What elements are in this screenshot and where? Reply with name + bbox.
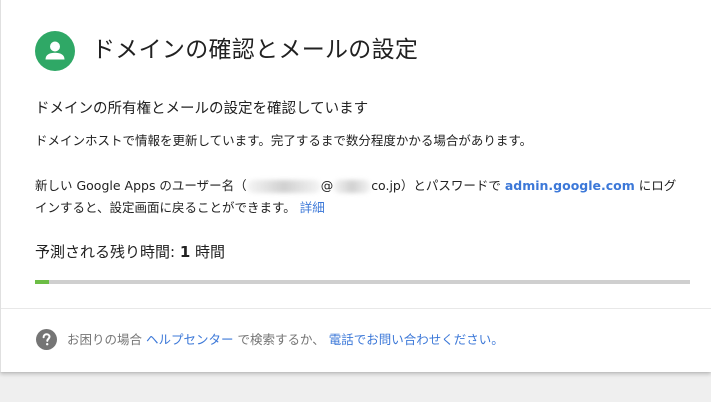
- setup-card: ドメインの確認とメールの設定 ドメインの所有権とメールの設定を確認しています ド…: [0, 0, 711, 372]
- help-text: お困りの場合 ヘルプセンター で検索するか、 電話でお問い合わせください。: [67, 330, 504, 350]
- footer-divider: [1, 308, 711, 309]
- remaining-time-label: 予測される残り時間:: [35, 243, 180, 261]
- help-middle: で検索するか、: [233, 332, 329, 347]
- login-prefix: 新しい Google Apps のユーザー名（: [35, 178, 247, 193]
- help-icon: [36, 329, 57, 350]
- remaining-time-unit: 時間: [190, 243, 226, 261]
- host-update-message: ドメインホストで情報を更新しています。完了するまで数分程度かかる場合があります。: [35, 133, 533, 148]
- domain-suffix: co.jp）とパスワードで: [371, 178, 505, 193]
- remaining-time-value: 1: [179, 243, 191, 261]
- details-link[interactable]: 詳細: [300, 200, 325, 215]
- admin-console-link[interactable]: admin.google.com: [505, 178, 635, 193]
- at-sign: @: [320, 178, 334, 193]
- page-title: ドメインの確認とメールの設定: [92, 37, 419, 63]
- redacted-domain: [333, 180, 372, 193]
- person-icon: [35, 31, 75, 71]
- login-instructions: 新しい Google Apps のユーザー名（ @ co.jp）とパスワードで ad…: [35, 175, 685, 219]
- help-center-link[interactable]: ヘルプセンター: [146, 332, 234, 347]
- redacted-username: [246, 180, 321, 193]
- contact-phone-link[interactable]: 電話でお問い合わせください。: [329, 332, 504, 347]
- progress-bar: [35, 280, 690, 284]
- progress-fill: [35, 280, 50, 284]
- status-subtitle: ドメインの所有権とメールの設定を確認しています: [35, 101, 369, 117]
- remaining-time: 予測される残り時間: 1 時間: [35, 241, 225, 263]
- help-prefix: お困りの場合: [67, 332, 146, 347]
